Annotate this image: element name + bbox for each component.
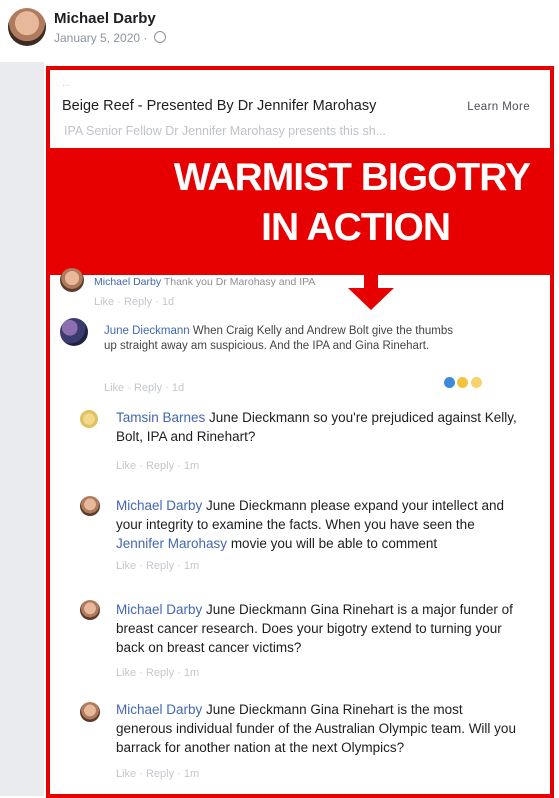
comment: Michael Darby June Dieckmann please expa… xyxy=(116,496,522,553)
reactions[interactable] xyxy=(444,375,482,393)
screenshot-frame: ... Beige Reef - Presented By Dr Jennife… xyxy=(46,66,554,798)
sad-icon xyxy=(470,377,482,388)
comment-text: Thank you Dr Marohasy and IPA xyxy=(161,276,316,288)
comment-actions[interactable]: Like · Reply · 1m xyxy=(116,460,199,472)
haha-icon xyxy=(457,377,469,388)
commenter-avatar[interactable] xyxy=(80,496,100,516)
mention-link[interactable]: Jennifer Marohasy xyxy=(116,536,227,551)
link-domain: ... xyxy=(62,78,71,89)
link-preview[interactable]: ... Beige Reef - Presented By Dr Jennife… xyxy=(62,74,542,144)
like-icon xyxy=(444,377,455,388)
comment-author[interactable]: Michael Darby xyxy=(116,702,202,717)
comment: Michael Darby June Dieckmann Gina Rineha… xyxy=(116,700,522,757)
comment-author[interactable]: Michael Darby xyxy=(116,602,202,617)
comment-author[interactable]: Michael Darby xyxy=(94,276,161,288)
banner-line-1: WARMIST BIGOTRY xyxy=(173,156,531,199)
comment-actions[interactable]: Like · Reply · 1d xyxy=(104,382,184,394)
comment-author[interactable]: Tamsin Barnes xyxy=(116,410,205,425)
meta-separator: · xyxy=(143,31,148,45)
commenter-avatar[interactable] xyxy=(80,600,100,620)
author-avatar[interactable] xyxy=(8,8,46,46)
comment-author[interactable]: June Dieckmann xyxy=(104,325,190,337)
comment-actions[interactable]: Like · Reply · 1m xyxy=(116,768,199,780)
globe-icon xyxy=(153,31,166,43)
left-gutter xyxy=(0,62,44,796)
comment: Michael Darby Thank you Dr Marohasy and … xyxy=(94,275,394,289)
commenter-avatar[interactable] xyxy=(80,410,98,428)
post-date[interactable]: January 5, 2020 xyxy=(54,31,140,45)
post-author[interactable]: Michael Darby xyxy=(54,10,156,27)
comment: June Dieckmann When Craig Kelly and Andr… xyxy=(104,324,464,354)
learn-more-button[interactable]: Learn More xyxy=(467,101,530,113)
comment-actions[interactable]: Like · Reply · 1m xyxy=(116,560,199,572)
commenter-avatar[interactable] xyxy=(60,318,88,346)
overlay-banner: WARMIST BIGOTRY IN ACTION xyxy=(50,148,550,275)
comment-text: movie you will be able to comment xyxy=(227,536,438,551)
post-header: Michael Darby January 5, 2020 · xyxy=(0,0,559,62)
comment-actions[interactable]: Like · Reply · 1d xyxy=(94,296,174,308)
comment-author[interactable]: Michael Darby xyxy=(116,498,202,513)
comment-actions[interactable]: Like · Reply · 1m xyxy=(116,667,199,679)
commenter-avatar[interactable] xyxy=(80,702,100,722)
link-title[interactable]: Beige Reef - Presented By Dr Jennifer Ma… xyxy=(62,98,376,114)
comment: Tamsin Barnes June Dieckmann so you're p… xyxy=(116,408,522,446)
banner-line-2: IN ACTION xyxy=(261,206,451,249)
down-arrow-icon xyxy=(348,288,394,310)
commenter-avatar[interactable] xyxy=(60,268,84,292)
comment: Michael Darby June Dieckmann Gina Rineha… xyxy=(116,600,522,657)
post-meta: January 5, 2020 · xyxy=(54,31,166,45)
link-description: IPA Senior Fellow Dr Jennifer Marohasy p… xyxy=(64,124,387,138)
